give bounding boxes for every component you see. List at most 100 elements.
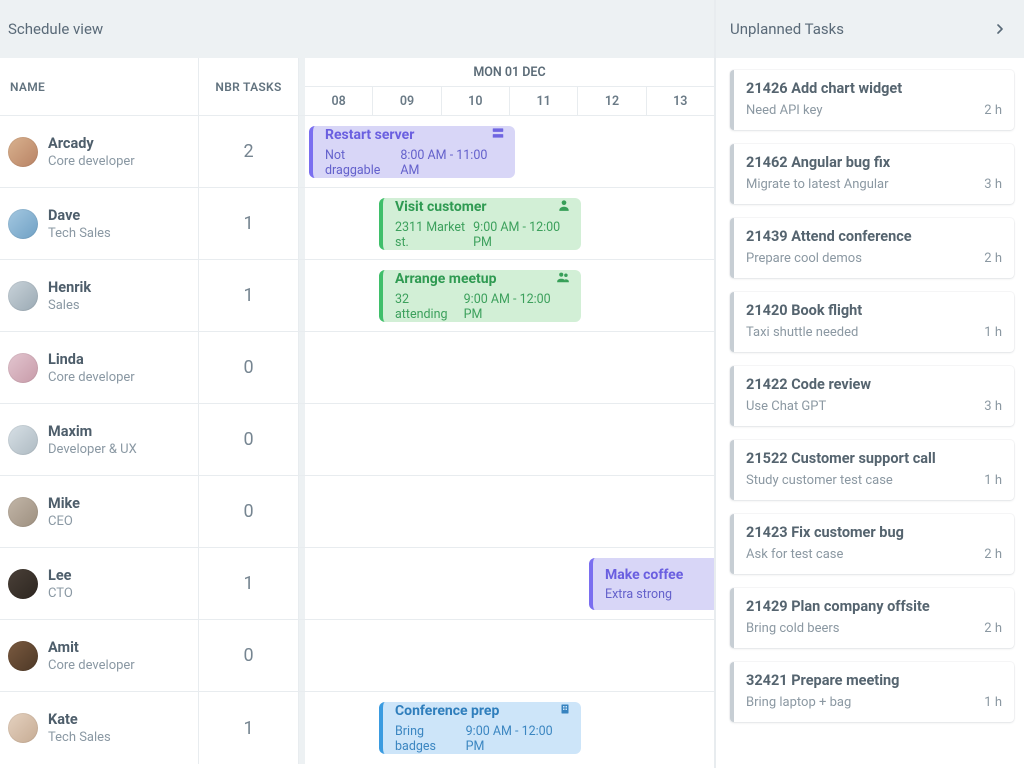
task-count: 0 <box>199 476 299 547</box>
unplanned-task[interactable]: 21422 Code review Use Chat GPT3 h <box>730 366 1014 426</box>
hour-col: 11 <box>509 87 577 116</box>
resource-row: Mike CEO 0 <box>0 476 714 548</box>
timeline-slot[interactable]: Visit customer 2311 Market st.9:00 AM - … <box>299 188 714 259</box>
resource-cell[interactable]: Maxim Developer & UX <box>0 404 199 475</box>
task-count: 1 <box>199 260 299 331</box>
resource-cell[interactable]: Amit Core developer <box>0 620 199 691</box>
resource-row: Maxim Developer & UX 0 <box>0 404 714 476</box>
task-duration: 2 h <box>984 547 1002 562</box>
task-sub: Study customer test case <box>746 473 893 488</box>
hour-col: 10 <box>441 87 509 116</box>
timeline-slot[interactable]: Arrange meetup 32 attending9:00 AM - 12:… <box>299 260 714 331</box>
task-sub: Taxi shuttle needed <box>746 325 858 340</box>
task-duration: 2 h <box>984 103 1002 118</box>
task-count: 1 <box>199 188 299 259</box>
resource-cell[interactable]: Mike CEO <box>0 476 199 547</box>
resource-cell[interactable]: Henrik Sales <box>0 260 199 331</box>
schedule-title: Schedule view <box>8 20 103 38</box>
resource-role: CEO <box>48 514 80 529</box>
task-title: 21420 Book flight <box>746 302 1002 319</box>
timeline-slot[interactable]: Make coffee Extra strong <box>299 548 714 619</box>
event-time: 9:00 AM - 12:00 PM <box>473 220 571 250</box>
resource-name: Dave <box>48 207 111 224</box>
timeline-slot[interactable] <box>299 476 714 547</box>
schedule-column-header: NAME NBR TASKS MON 01 DEC 08 09 10 11 12… <box>0 58 714 116</box>
resource-cell[interactable]: Lee CTO <box>0 548 199 619</box>
task-sub: Ask for test case <box>746 547 843 562</box>
resource-role: Core developer <box>48 370 135 385</box>
event-time: 9:00 AM - 12:00 PM <box>466 724 571 754</box>
user-icon <box>557 198 571 216</box>
task-duration: 1 h <box>984 325 1002 340</box>
event-make-coffee[interactable]: Make coffee Extra strong <box>589 558 714 610</box>
resource-role: Core developer <box>48 154 135 169</box>
unplanned-task[interactable]: 21423 Fix customer bug Ask for test case… <box>730 514 1014 574</box>
avatar <box>8 137 38 167</box>
timeline-slot[interactable] <box>299 332 714 403</box>
task-sub: Bring laptop + bag <box>746 695 851 710</box>
schedule-header: Schedule view <box>0 0 714 58</box>
chevron-right-icon[interactable] <box>990 19 1010 39</box>
column-header-timeline: MON 01 DEC 08 09 10 11 12 13 <box>299 58 714 115</box>
task-title: 21429 Plan company offsite <box>746 598 1002 615</box>
task-sub: Use Chat GPT <box>746 399 826 414</box>
timeline-slot[interactable]: Restart server Not draggable8:00 AM - 11… <box>299 116 714 187</box>
column-header-tasks[interactable]: NBR TASKS <box>199 58 299 115</box>
task-duration: 3 h <box>984 399 1002 414</box>
event-title: Restart server <box>325 127 414 143</box>
event-time: 9:00 AM - 12:00 PM <box>464 292 571 322</box>
resource-name: Kate <box>48 711 111 728</box>
task-sub: Prepare cool demos <box>746 251 862 266</box>
unplanned-task[interactable]: 21420 Book flight Taxi shuttle needed 1 h <box>730 292 1014 352</box>
schedule-rows: Arcady Core developer 2 Restart server N… <box>0 116 714 768</box>
event-visit-customer[interactable]: Visit customer 2311 Market st.9:00 AM - … <box>379 198 581 250</box>
unplanned-task[interactable]: 21522 Customer support call Study custom… <box>730 440 1014 500</box>
server-icon <box>491 126 505 144</box>
task-title: 21522 Customer support call <box>746 450 1002 467</box>
unplanned-task[interactable]: 21439 Attend conference Prepare cool dem… <box>730 218 1014 278</box>
task-duration: 1 h <box>984 473 1002 488</box>
resource-cell[interactable]: Dave Tech Sales <box>0 188 199 259</box>
timeline-slot[interactable] <box>299 620 714 691</box>
resource-row: Henrik Sales 1 Arrange meetup 32 attendi… <box>0 260 714 332</box>
task-count: 1 <box>199 548 299 619</box>
hour-col: 09 <box>372 87 440 116</box>
resource-cell[interactable]: Kate Tech Sales <box>0 692 199 764</box>
event-title: Visit customer <box>395 199 487 215</box>
timeline-slot[interactable] <box>299 404 714 475</box>
unplanned-task[interactable]: 21462 Angular bug fix Migrate to latest … <box>730 144 1014 204</box>
resource-name: Amit <box>48 639 135 656</box>
resource-role: Developer & UX <box>48 442 137 457</box>
event-sub: 32 attending <box>395 292 464 322</box>
avatar <box>8 569 38 599</box>
unplanned-task-list: 21426 Add chart widget Need API key2 h 2… <box>716 58 1024 768</box>
avatar <box>8 281 38 311</box>
resource-role: Tech Sales <box>48 730 111 745</box>
event-conference-prep[interactable]: Conference prep Bring badges9:00 AM - 12… <box>379 702 581 754</box>
timeline-slot[interactable]: Conference prep Bring badges9:00 AM - 12… <box>299 692 714 764</box>
task-sub: Migrate to latest Angular <box>746 177 889 192</box>
resource-name: Arcady <box>48 135 135 152</box>
resource-name: Henrik <box>48 279 91 296</box>
hour-col: 08 <box>305 87 372 116</box>
avatar <box>8 713 38 743</box>
resource-row: Linda Core developer 0 <box>0 332 714 404</box>
event-sub: Extra strong <box>605 587 672 602</box>
event-sub: Bring badges <box>395 724 466 754</box>
task-title: 32421 Prepare meeting <box>746 672 1002 689</box>
timeline-date: MON 01 DEC <box>305 58 714 87</box>
resource-cell[interactable]: Linda Core developer <box>0 332 199 403</box>
resource-cell[interactable]: Arcady Core developer <box>0 116 199 187</box>
unplanned-task[interactable]: 21429 Plan company offsite Bring cold be… <box>730 588 1014 648</box>
event-arrange-meetup[interactable]: Arrange meetup 32 attending9:00 AM - 12:… <box>379 270 581 322</box>
resource-row: Arcady Core developer 2 Restart server N… <box>0 116 714 188</box>
avatar <box>8 641 38 671</box>
task-duration: 3 h <box>984 177 1002 192</box>
column-header-name[interactable]: NAME <box>0 58 199 115</box>
event-restart-server[interactable]: Restart server Not draggable8:00 AM - 11… <box>309 126 515 178</box>
task-count: 0 <box>199 404 299 475</box>
unplanned-task[interactable]: 32421 Prepare meeting Bring laptop + bag… <box>730 662 1014 722</box>
event-time: 8:00 AM - 11:00 AM <box>400 148 505 178</box>
resource-name: Mike <box>48 495 80 512</box>
unplanned-task[interactable]: 21426 Add chart widget Need API key2 h <box>730 70 1014 130</box>
